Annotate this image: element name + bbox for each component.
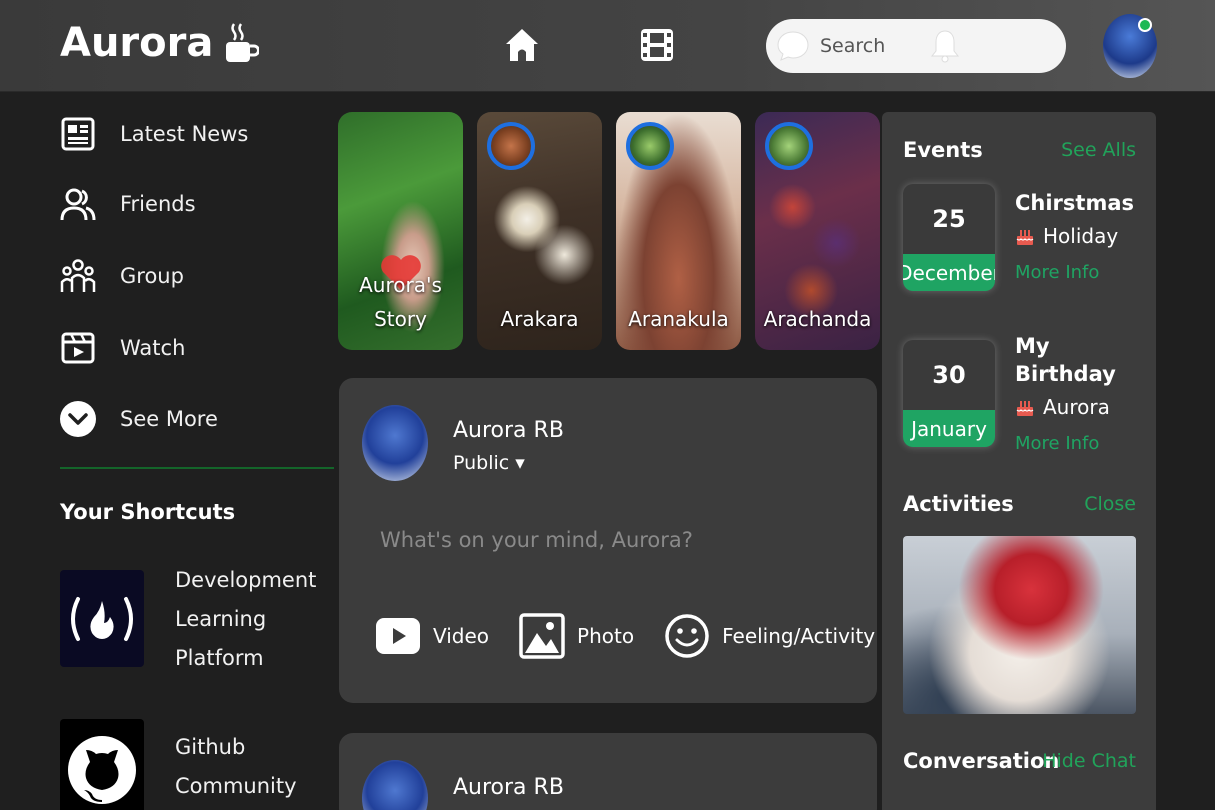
- watch-icon: [61, 332, 95, 363]
- feeling-activity-button[interactable]: Feeling/Activity: [664, 613, 875, 659]
- group-icon: [60, 258, 96, 292]
- action-label: Video: [433, 624, 490, 648]
- story-name: Arakara: [500, 307, 579, 331]
- sidebar-item-label: Friends: [120, 191, 196, 216]
- video-icon: [376, 618, 420, 654]
- search-input[interactable]: [820, 35, 910, 57]
- top-navbar: Aurora: [0, 0, 1215, 92]
- privacy-dropdown[interactable]: Public ▾: [453, 452, 525, 474]
- composer-actions: Video Photo Feeling/Activity: [375, 613, 905, 659]
- close-activities-link[interactable]: Close: [1084, 493, 1136, 515]
- feed-post: Aurora RB: [339, 733, 877, 810]
- sidebar-divider: [60, 467, 334, 469]
- action-label: Feeling/Activity: [722, 624, 876, 648]
- search-bar[interactable]: [766, 19, 1066, 73]
- online-status-dot: [1138, 18, 1152, 32]
- story-name: Arachanda: [763, 307, 872, 331]
- bell-icon[interactable]: [930, 29, 960, 63]
- shortcut-label: Development Learning Platform: [175, 568, 317, 670]
- shortcut-development-learning-platform[interactable]: Development Learning Platform: [60, 568, 335, 678]
- coffee-cup-icon: [226, 23, 260, 62]
- story-avatar: [487, 122, 535, 170]
- story-card-aurora[interactable]: Aurora's Story: [338, 112, 463, 350]
- chat-bubble-icon[interactable]: [776, 29, 810, 63]
- sidebar-item-watch[interactable]: Watch: [60, 312, 335, 383]
- chevron-down-icon: [60, 400, 96, 437]
- more-info-link[interactable]: More Info: [1015, 262, 1099, 283]
- post-input[interactable]: [380, 528, 840, 552]
- logo[interactable]: Aurora: [60, 20, 260, 66]
- left-sidebar: Latest News Friends Group Watch See More: [60, 100, 335, 454]
- story-avatar: [765, 122, 813, 170]
- photo-icon: [519, 613, 565, 659]
- story-name: Aranakula: [628, 307, 729, 331]
- event-day: 25: [932, 205, 966, 233]
- sidebar-item-latest-news[interactable]: Latest News: [60, 100, 335, 168]
- smiley-icon: [665, 614, 709, 658]
- avatar[interactable]: [362, 760, 428, 810]
- story-avatar: [626, 122, 674, 170]
- event-month: January: [903, 410, 995, 447]
- video-button[interactable]: Video: [375, 613, 489, 659]
- story-card-aranakula[interactable]: Aranakula: [616, 112, 741, 350]
- birthday-cake-icon: [1016, 401, 1034, 416]
- composer-user-name: Aurora RB: [453, 418, 564, 443]
- sidebar-item-group[interactable]: Group: [60, 239, 335, 312]
- friends-icon: [60, 188, 96, 220]
- right-panel: Events See Alls 25 December Chirstmas Ho…: [882, 112, 1156, 810]
- event-date-card: 30 January: [903, 340, 995, 447]
- story-card-arachanda[interactable]: Arachanda: [755, 112, 880, 350]
- story-name: Aurora's Story: [359, 273, 442, 331]
- sidebar-item-label: See More: [120, 406, 218, 431]
- stories-row: Aurora's Story Arakara Aranakula Arachan…: [338, 112, 880, 350]
- activity-image[interactable]: [903, 536, 1136, 714]
- github-icon: [60, 719, 144, 810]
- event-subtitle: Holiday: [1015, 224, 1118, 248]
- sidebar-item-friends[interactable]: Friends: [60, 168, 335, 239]
- shortcut-label: Github Community: [175, 735, 297, 798]
- event-title: My Birthday: [1015, 334, 1116, 386]
- home-icon[interactable]: [503, 26, 541, 64]
- see-all-events-link[interactable]: See Alls: [1061, 139, 1136, 161]
- post-author-name: Aurora RB: [453, 775, 564, 800]
- post-composer: Aurora RB Public ▾ Video Photo: [339, 378, 877, 703]
- newspaper-icon: [61, 117, 95, 151]
- photo-button[interactable]: Photo: [519, 613, 634, 659]
- avatar[interactable]: [362, 405, 428, 481]
- shortcuts-title: Your Shortcuts: [60, 500, 236, 524]
- action-label: Photo: [577, 624, 635, 648]
- events-title: Events: [903, 138, 983, 162]
- event-subtitle: Aurora: [1015, 395, 1110, 419]
- sidebar-item-label: Group: [120, 263, 184, 288]
- conversation-title: Conversation: [903, 749, 1060, 773]
- birthday-cake-icon: [1016, 230, 1034, 245]
- film-icon[interactable]: [640, 28, 674, 62]
- sidebar-item-see-more[interactable]: See More: [60, 383, 335, 454]
- event-month: December: [903, 254, 995, 291]
- hide-chat-link[interactable]: Hide Chat: [1042, 750, 1136, 772]
- logo-text: Aurora: [60, 20, 214, 66]
- more-info-link[interactable]: More Info: [1015, 433, 1099, 454]
- event-day: 30: [932, 361, 966, 389]
- freecodecamp-icon: [60, 570, 144, 667]
- activities-title: Activities: [903, 492, 1014, 516]
- sidebar-item-label: Latest News: [120, 122, 249, 146]
- event-title: Chirstmas: [1015, 191, 1135, 215]
- shortcut-github-community[interactable]: Github Community: [60, 719, 335, 810]
- sidebar-item-label: Watch: [120, 335, 186, 360]
- event-date-card: 25 December: [903, 184, 995, 291]
- story-card-arakara[interactable]: Arakara: [477, 112, 602, 350]
